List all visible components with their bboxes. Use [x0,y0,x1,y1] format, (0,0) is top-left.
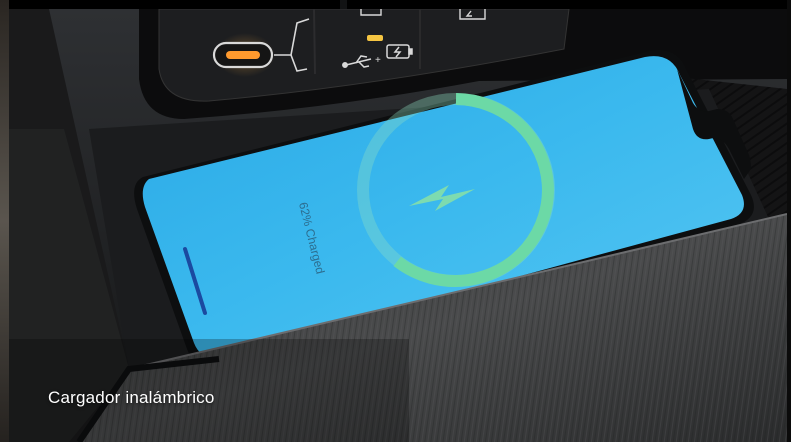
previous-slide-peek [0,0,9,442]
slide-caption: Cargador inalámbrico [48,388,215,407]
product-photo: + 62% Charged [9,9,787,442]
svg-text:+: + [375,55,381,66]
next-frame-edge [347,0,791,9]
wireless-charger-slide: + 62% Charged Cargador inalámbrico [0,0,791,442]
previous-frame-edge [0,0,340,9]
next-slide-peek [787,0,791,442]
charging-indicator-light [367,35,383,41]
